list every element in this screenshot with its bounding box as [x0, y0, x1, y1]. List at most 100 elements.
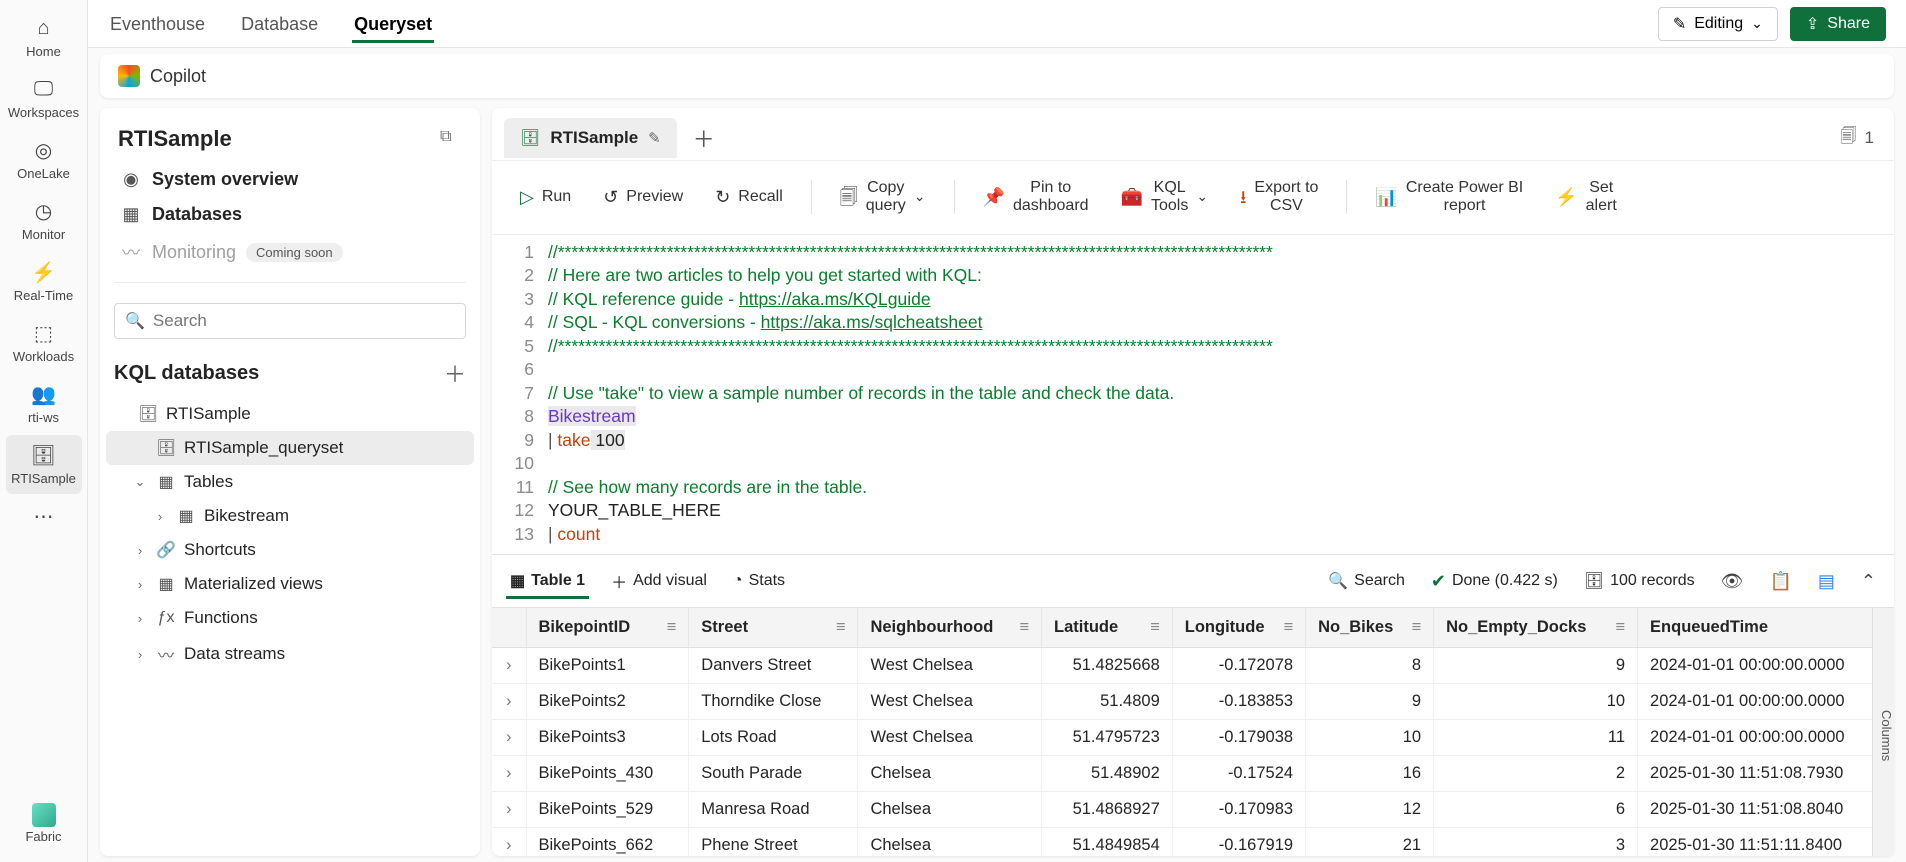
search-input[interactable] [151, 310, 455, 332]
table-row[interactable]: ›BikePoints3Lots RoadWest Chelsea51.4795… [492, 720, 1894, 756]
col-neighbourhood[interactable]: Neighbourhood ≡ [858, 608, 1042, 648]
col-latitude[interactable]: Latitude≡ [1042, 608, 1173, 648]
more-icon: ⋯ [30, 502, 58, 530]
tree-item-shortcuts[interactable]: ›🔗Shortcuts [106, 533, 474, 567]
rail-more[interactable]: ⋯ [6, 496, 82, 538]
rail-item-real-time[interactable]: ⚡Real-Time [6, 252, 82, 311]
add-database-button[interactable]: ＋ [444, 357, 466, 389]
preview-button[interactable]: ↺Preview [589, 181, 697, 214]
collapse-icon[interactable]: ⌃ [1857, 569, 1880, 594]
rail-item-workloads[interactable]: ⬚Workloads [6, 313, 82, 372]
row-expand[interactable]: › [492, 648, 526, 684]
layout-icon[interactable]: ▤ [1814, 569, 1839, 594]
table-row[interactable]: ›BikePoints_430South ParadeChelsea51.489… [492, 756, 1894, 792]
table-row[interactable]: ›BikePoints_662Phene StreetChelsea51.484… [492, 828, 1894, 856]
share-icon: ⇪ [1806, 14, 1819, 34]
col-menu-icon[interactable]: ≡ [1150, 618, 1160, 637]
col-longitude[interactable]: Longitude≡ [1172, 608, 1305, 648]
crumb-queryset[interactable]: Queryset [352, 4, 434, 43]
row-expand[interactable]: › [492, 792, 526, 828]
col-label: Neighbourhood [870, 618, 993, 636]
tree-item-bikestream[interactable]: ›▦Bikestream [106, 499, 474, 533]
nav-label: Monitoring [152, 242, 236, 263]
col-enqueuedtime[interactable]: EnqueuedTime≡ [1638, 608, 1894, 648]
row-expand[interactable]: › [492, 756, 526, 792]
editor-code[interactable]: //**************************************… [548, 241, 1894, 547]
col-menu-icon[interactable]: ≡ [1283, 618, 1293, 637]
query-tab[interactable]: 🗄 RTISample ✎ [504, 118, 677, 158]
rename-tab-icon[interactable]: ✎ [648, 129, 661, 147]
table-row[interactable]: ›BikePoints2Thorndike CloseWest Chelsea5… [492, 684, 1894, 720]
set-alert-button[interactable]: ⚡Setalert [1541, 173, 1631, 222]
editing-mode-button[interactable]: ✎ Editing [1658, 7, 1778, 41]
tree-item-data-streams[interactable]: ›〰Data streams [106, 635, 474, 673]
crumb-database[interactable]: Database [239, 4, 320, 43]
col-street[interactable]: Street≡ [689, 608, 858, 648]
rail-fabric[interactable]: Fabric [6, 797, 82, 852]
editor-gutter: 12345678910111213 [492, 241, 548, 547]
stats-icon: ◔ [733, 572, 743, 590]
col-label: No_Empty_Docks [1446, 618, 1586, 636]
tree-item-materialized-views[interactable]: ›▦Materialized views [106, 567, 474, 601]
sidebar-nav-system-overview[interactable]: ◉System overview [110, 162, 470, 197]
tree-item-rtisample_queryset[interactable]: 🗄RTISample_queryset [106, 431, 474, 465]
preview-icon: ↺ [603, 187, 618, 208]
results-table-tab[interactable]: ▦Table 1 [506, 563, 589, 599]
sidebar-nav-databases[interactable]: ▦Databases [110, 197, 470, 232]
col-menu-icon[interactable]: ≡ [1411, 618, 1421, 637]
rail-item-monitor[interactable]: ◷Monitor [6, 191, 82, 250]
table-row[interactable]: ›BikePoints1Danvers StreetWest Chelsea51… [492, 648, 1894, 684]
tree-item-tables[interactable]: ⌄▦Tables [106, 465, 474, 499]
query-editor[interactable]: 12345678910111213 //********************… [492, 235, 1894, 555]
col-no_bikes[interactable]: No_Bikes≡ [1306, 608, 1434, 648]
table-row[interactable]: ›BikePoints_529Manresa RoadChelsea51.486… [492, 792, 1894, 828]
col-bikepointid[interactable]: BikepointID≡ [526, 608, 689, 648]
results-grid[interactable]: BikepointID≡Street≡Neighbourhood≡Latitud… [492, 608, 1894, 856]
col-menu-icon[interactable]: ≡ [836, 618, 846, 637]
stats-tab[interactable]: ◔Stats [729, 564, 789, 598]
results-search-button[interactable]: 🔍Search [1324, 563, 1409, 599]
alert-icon: ⚡ [1555, 187, 1577, 208]
alert-label2: alert [1586, 197, 1617, 215]
database-tree: 🗄RTISample🗄RTISample_queryset⌄▦Tables›▦B… [100, 397, 480, 687]
copilot-bar[interactable]: Copilot [100, 54, 1894, 98]
col-no_empty_docks[interactable]: No_Empty_Docks ≡ [1434, 608, 1638, 648]
crumb-eventhouse[interactable]: Eventhouse [108, 4, 207, 43]
sidebar-search[interactable]: 🔍 [114, 303, 466, 339]
run-button[interactable]: ▷Run [506, 181, 585, 214]
col-menu-icon[interactable]: ≡ [1019, 618, 1029, 637]
add-tab-button[interactable]: ＋ [683, 116, 725, 160]
row-expand[interactable]: › [492, 684, 526, 720]
rail-label: Workspaces [8, 105, 79, 120]
add-visual-button[interactable]: ＋Add visual [607, 561, 711, 601]
chevron-down-icon [1751, 15, 1763, 33]
create-powerbi-button[interactable]: 📊Create Power BIreport [1361, 173, 1537, 222]
record-count-label: 100 records [1610, 572, 1695, 590]
pin-dashboard-button[interactable]: 📌Pin todashboard [969, 173, 1103, 222]
tree-item-functions[interactable]: ›ƒxFunctions [106, 601, 474, 635]
rail-item-rti-ws[interactable]: 👥rti-ws [6, 374, 82, 433]
col-menu-icon[interactable]: ≡ [667, 618, 677, 637]
sidebar: RTISample ⧉ ◉System overview▦Databases〰M… [100, 108, 480, 856]
row-expand[interactable]: › [492, 720, 526, 756]
rail-item-workspaces[interactable]: 🖵Workspaces [6, 69, 82, 128]
export-csv-button[interactable]: ⭳Export toCSV [1226, 173, 1332, 222]
rail-item-onelake[interactable]: ◎OneLake [6, 130, 82, 189]
tree-item-rtisample[interactable]: 🗄RTISample [106, 397, 474, 431]
recall-button[interactable]: ↻Recall [701, 181, 797, 214]
columns-rail[interactable]: Columns [1872, 608, 1894, 856]
row-expand[interactable]: › [492, 828, 526, 856]
cell: 51.4825668 [1042, 648, 1173, 684]
pin-icon[interactable]: ⧉ [440, 128, 462, 150]
kql-tools-button[interactable]: 🧰KQLTools [1107, 173, 1223, 222]
cell: -0.183853 [1172, 684, 1305, 720]
clipboard-icon[interactable]: 📋 [1765, 569, 1795, 594]
col-menu-icon[interactable]: ≡ [1615, 618, 1625, 637]
preview-eye-icon[interactable]: 👁 [1717, 569, 1748, 594]
rail-fabric-label: Fabric [25, 829, 61, 844]
rail-item-home[interactable]: ⌂Home [6, 8, 82, 67]
copy-query-button[interactable]: 🗐Copyquery [826, 173, 940, 222]
rail-item-rtisample[interactable]: 🗄RTISample [6, 435, 82, 494]
cell: 9 [1306, 684, 1434, 720]
share-button[interactable]: ⇪ Share [1790, 7, 1886, 41]
